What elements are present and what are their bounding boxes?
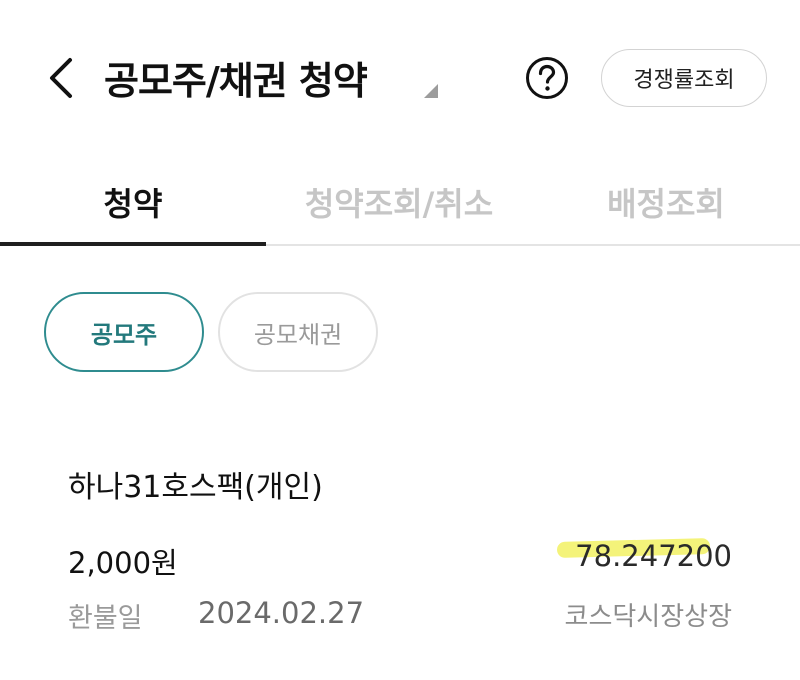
segment-ipo-stock[interactable]: 공모주 [44,292,204,372]
help-button[interactable] [525,56,569,100]
back-button[interactable] [44,56,84,100]
list-item[interactable]: 하나31호스팩(개인) 2,000원 78.247200 환불일 2024.02… [0,440,800,660]
header: 공모주/채권 청약 경쟁률조회 [0,0,800,150]
listing-market: 코스닥시장상장 [564,602,732,632]
tab-bar: 청약 청약조회/취소 배정조회 [0,150,800,248]
refund-date-value: 2024.02.27 [198,596,365,630]
item-price: 2,000원 [68,546,178,580]
dropdown-triangle-icon[interactable] [424,84,438,98]
tab-subscription[interactable]: 청약 [0,178,266,226]
tab-subscription-inquiry-cancel[interactable]: 청약조회/취소 [266,178,532,226]
page-title[interactable]: 공모주/채권 청약 [104,50,368,105]
refund-date-label: 환불일 [68,603,143,634]
question-circle-icon [526,57,568,99]
item-competition-rate: 78.247200 [575,539,732,573]
item-rate-container: 78.247200 [556,536,732,576]
item-name: 하나31호스팩(개인) [68,470,323,505]
tab-allocation-inquiry[interactable]: 배정조회 [532,178,800,226]
active-tab-indicator [0,242,266,246]
chevron-left-icon [50,58,72,98]
segment-public-bond[interactable]: 공모채권 [218,292,378,372]
competition-rate-button[interactable]: 경쟁률조회 [601,49,767,107]
